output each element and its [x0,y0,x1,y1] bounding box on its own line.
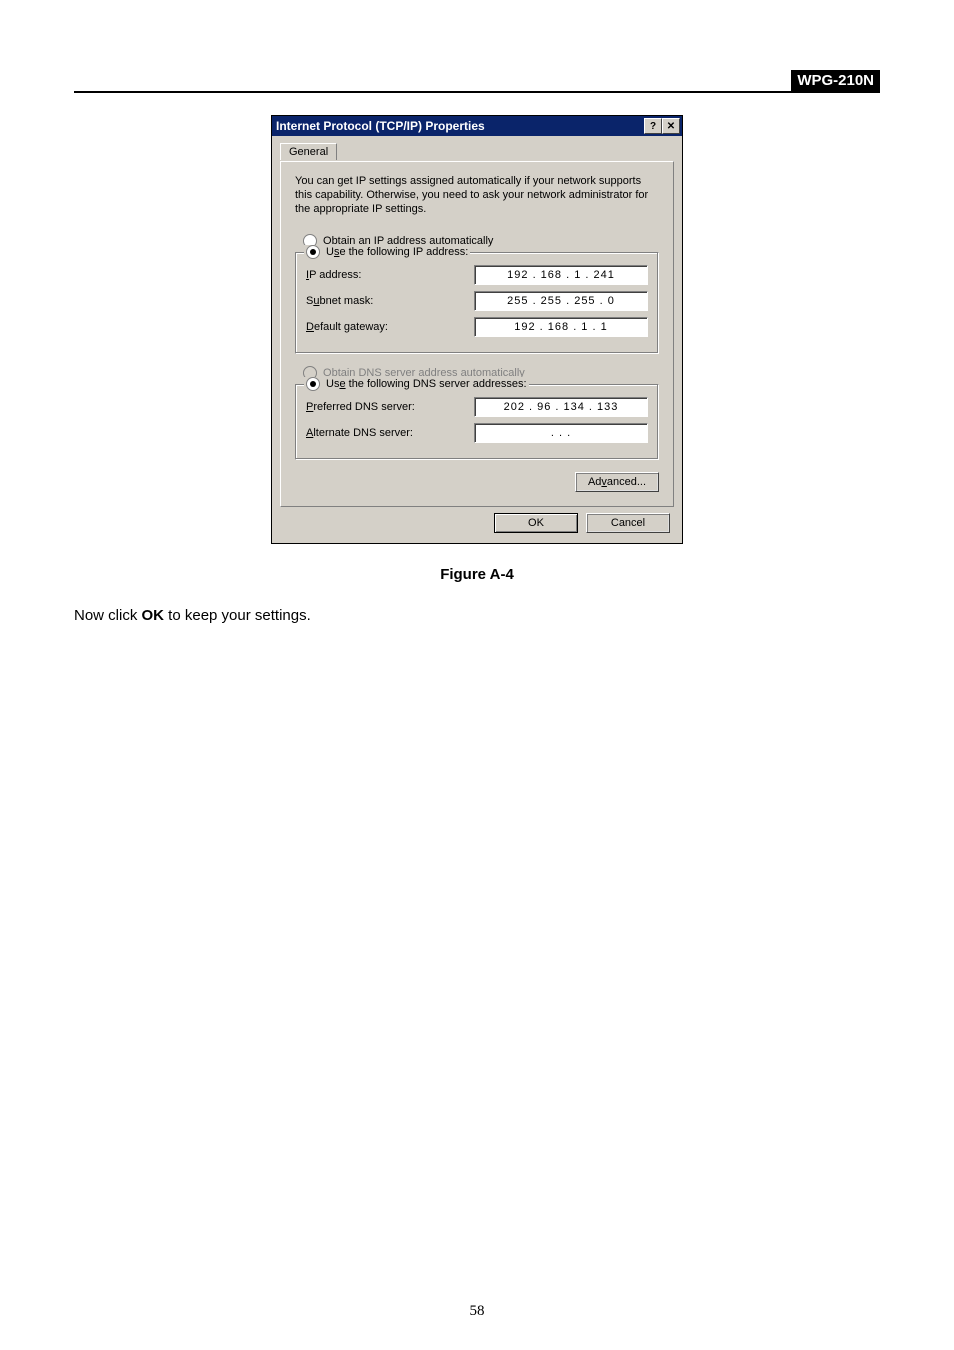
radio-label: Use the following DNS server addresses: [326,378,527,390]
label-subnet-mask: Subnet mask: [306,295,373,307]
help-icon[interactable]: ? [644,118,662,134]
radio-icon [306,377,320,391]
figure-caption: Figure A-4 [74,566,880,583]
description-text: You can get IP settings assigned automat… [295,174,659,216]
device-model-badge: WPG-210N [791,70,880,91]
header-rule [74,91,880,93]
input-default-gateway[interactable]: 192 . 168 . 1 . 1 [474,317,648,337]
radio-label: Use the following IP address: [326,246,468,258]
tcpip-properties-dialog: Internet Protocol (TCP/IP) Properties ? … [271,115,683,544]
input-subnet-mask[interactable]: 255 . 255 . 255 . 0 [474,291,648,311]
tab-panel-general: You can get IP settings assigned automat… [280,161,674,507]
tab-strip: General [280,142,674,162]
advanced-button[interactable]: Advanced... [575,472,659,492]
tab-general[interactable]: General [280,143,337,160]
dialog-title: Internet Protocol (TCP/IP) Properties [276,119,485,133]
label-ip-address: IP address: [306,269,361,281]
input-preferred-dns[interactable]: 202 . 96 . 134 . 133 [474,397,648,417]
close-icon[interactable]: ✕ [662,118,680,134]
radio-use-dns[interactable]: Use the following DNS server addresses: [304,377,529,391]
page-number: 58 [0,1303,954,1320]
group-ip-manual: Use the following IP address: IP address… [295,252,659,354]
label-preferred-dns: Preferred DNS server: [306,401,415,413]
label-default-gateway: Default gateway: [306,321,388,333]
radio-use-ip[interactable]: Use the following IP address: [304,245,470,259]
label-alternate-dns: Alternate DNS server: [306,427,413,439]
group-dns-manual: Use the following DNS server addresses: … [295,384,659,460]
dialog-titlebar: Internet Protocol (TCP/IP) Properties ? … [272,116,682,136]
input-alternate-dns[interactable]: . . . [474,423,648,443]
cancel-button[interactable]: Cancel [586,513,670,533]
input-ip-address[interactable]: 192 . 168 . 1 . 241 [474,265,648,285]
ok-button[interactable]: OK [494,513,578,533]
instruction-text: Now click OK to keep your settings. [74,607,880,624]
radio-icon [306,245,320,259]
